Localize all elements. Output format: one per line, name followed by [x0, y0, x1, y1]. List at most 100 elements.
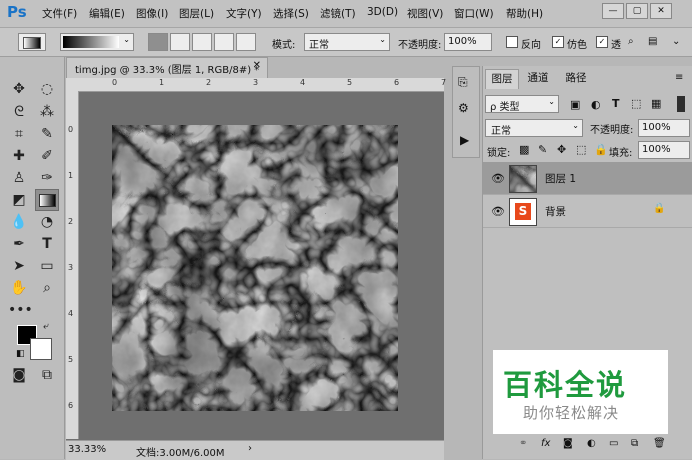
gradient-picker[interactable]: ⌄ — [60, 33, 134, 51]
watermark-subtitle: 助你轻松解决 — [523, 404, 620, 422]
history-panel-icon[interactable]: ⎘ — [458, 75, 468, 90]
visibility-eye-icon[interactable]: 👁 — [491, 172, 505, 185]
dither-checkbox[interactable]: ✓ — [552, 36, 564, 48]
visibility-eye-icon[interactable]: 👁 — [491, 205, 505, 218]
play-action-icon[interactable]: ▶ — [460, 133, 469, 147]
shape-filter-icon[interactable]: ⬚ — [631, 97, 641, 110]
eyedropper-tool-icon[interactable]: ✎ — [36, 124, 58, 144]
reflected-gradient-button[interactable] — [214, 33, 234, 51]
tab-paths[interactable]: 路径 — [559, 69, 593, 88]
type-tool-icon[interactable]: T — [36, 234, 58, 254]
brush-tool-icon[interactable]: ✐ — [36, 146, 58, 166]
close-icon[interactable]: ✕ — [253, 60, 261, 71]
folder-icon[interactable]: ▭ — [609, 438, 618, 449]
menu-window[interactable]: 窗口(W) — [454, 6, 494, 21]
menu-3d[interactable]: 3D(D) — [367, 6, 398, 18]
menu-type[interactable]: 文字(Y) — [226, 6, 262, 21]
background-color-swatch[interactable] — [30, 338, 52, 360]
menu-view[interactable]: 视图(V) — [407, 6, 443, 21]
healing-brush-tool-icon[interactable]: ✚ — [8, 146, 30, 166]
rectangle-tool-icon[interactable]: ▭ — [36, 256, 58, 276]
fill-input[interactable]: 100% — [638, 141, 690, 159]
blur-tool-icon[interactable]: 💧 — [8, 212, 30, 232]
image-canvas[interactable] — [112, 125, 398, 411]
link-icon[interactable]: ⚭ — [519, 438, 527, 449]
chevron-down-icon[interactable]: ⌄ — [672, 36, 680, 47]
new-layer-icon[interactable]: ⧉ — [631, 438, 638, 449]
layer-opacity-input[interactable]: 100% — [638, 119, 690, 137]
ruler-tick-label: 5 — [347, 78, 353, 87]
layer-row-background[interactable]: 👁 S 背景 🔒 — [483, 195, 692, 228]
crop-tool-icon[interactable]: ⌗ — [8, 124, 30, 144]
type-filter-icon[interactable]: T — [612, 97, 620, 110]
zoom-level[interactable]: 33.33% — [68, 444, 106, 455]
path-selection-tool-icon[interactable]: ➤ — [8, 256, 30, 276]
document-tab[interactable]: timg.jpg @ 33.3% (图层 1, RGB/8#) * ✕ — [66, 57, 268, 78]
transparency-checkbox[interactable]: ✓ — [596, 36, 608, 48]
lock-all-icon[interactable]: 🔒 — [594, 143, 608, 156]
magic-wand-tool-icon[interactable]: ⁂ — [36, 102, 58, 122]
menu-filter[interactable]: 滤镜(T) — [320, 6, 356, 21]
maximize-button[interactable]: ▢ — [626, 3, 648, 19]
hand-tool-icon[interactable]: ✋ — [8, 278, 30, 298]
menu-file[interactable]: 文件(F) — [42, 6, 77, 21]
fx-icon[interactable]: fx — [541, 438, 550, 449]
filter-toggle-switch[interactable] — [677, 96, 685, 112]
lasso-tool-icon[interactable]: ᘓ — [8, 102, 30, 122]
image-filter-icon[interactable]: ▣ — [570, 98, 580, 111]
menu-layer[interactable]: 图层(L) — [179, 6, 214, 21]
adjustment-filter-icon[interactable]: ◐ — [591, 98, 601, 111]
lock-position-icon[interactable]: ✥ — [557, 143, 566, 156]
menu-help[interactable]: 帮助(H) — [506, 6, 543, 21]
move-tool-icon[interactable]: ✥ — [8, 79, 30, 99]
smart-object-filter-icon[interactable]: ▦ — [651, 97, 661, 110]
properties-panel-icon[interactable]: ⚙ — [458, 101, 469, 115]
mode-label: 模式: — [272, 40, 296, 51]
layer-row-layer1[interactable]: 👁 图层 1 — [483, 162, 692, 195]
tab-layers[interactable]: 图层 — [485, 69, 519, 89]
swap-colors-icon[interactable]: ⤶ — [43, 321, 49, 332]
menu-image[interactable]: 图像(I) — [136, 6, 168, 21]
clone-stamp-tool-icon[interactable]: ♙ — [8, 168, 30, 188]
diamond-gradient-button[interactable] — [236, 33, 256, 51]
minimize-button[interactable]: — — [602, 3, 624, 19]
tool-preset-picker[interactable] — [18, 33, 46, 51]
lock-pixels-icon[interactable]: ✎ — [538, 143, 547, 156]
search-icon[interactable]: ⌕ — [628, 36, 634, 47]
lock-artboard-icon[interactable]: ⬚ — [576, 143, 586, 156]
gradient-tool-icon[interactable] — [35, 189, 59, 211]
menu-edit[interactable]: 编辑(E) — [89, 6, 125, 21]
quick-mask-icon[interactable]: ◙ — [8, 365, 30, 385]
pen-tool-icon[interactable]: ✒ — [8, 234, 30, 254]
blend-mode-select[interactable]: 正常 ⌄ — [485, 119, 583, 137]
adjustment-icon[interactable]: ◐ — [587, 438, 596, 449]
marquee-tool-icon[interactable]: ◌ — [36, 79, 58, 99]
close-button[interactable]: ✕ — [650, 3, 672, 19]
panel-menu-icon[interactable]: ≡ — [675, 72, 683, 83]
mask-icon[interactable]: ◙ — [563, 438, 573, 449]
watermark-title: 百科全说 — [503, 368, 628, 402]
dodge-tool-icon[interactable]: ◔ — [36, 212, 58, 232]
tab-channels[interactable]: 通道 — [521, 69, 555, 88]
menu-select[interactable]: 选择(S) — [273, 6, 309, 21]
more-tools-icon[interactable]: ••• — [8, 300, 33, 320]
trash-icon[interactable]: 🗑 — [653, 438, 666, 449]
angle-gradient-button[interactable] — [192, 33, 212, 51]
default-colors-icon[interactable]: ◧ — [16, 349, 25, 359]
workspace-icon[interactable]: ▤ — [648, 36, 657, 47]
zoom-tool-icon[interactable]: ⌕ — [36, 278, 58, 298]
opacity-input[interactable]: 100% — [444, 33, 492, 51]
layer-filter-select[interactable]: ρ 类型 ⌄ — [485, 95, 559, 113]
history-brush-tool-icon[interactable]: ✑ — [36, 168, 58, 188]
layer-name[interactable]: 背景 — [545, 204, 566, 219]
linear-gradient-button[interactable] — [148, 33, 168, 51]
layer-name[interactable]: 图层 1 — [545, 171, 576, 186]
radial-gradient-button[interactable] — [170, 33, 190, 51]
reverse-checkbox[interactable] — [506, 36, 518, 48]
mode-select[interactable]: 正常 ⌄ — [304, 33, 390, 51]
lock-transparent-icon[interactable]: ▩ — [519, 143, 529, 156]
screen-mode-icon[interactable]: ⧉ — [36, 365, 58, 385]
eraser-tool-icon[interactable]: ◩ — [8, 190, 30, 210]
chevron-right-icon[interactable]: › — [248, 443, 252, 454]
ruler-tick-label: 3 — [68, 263, 74, 272]
